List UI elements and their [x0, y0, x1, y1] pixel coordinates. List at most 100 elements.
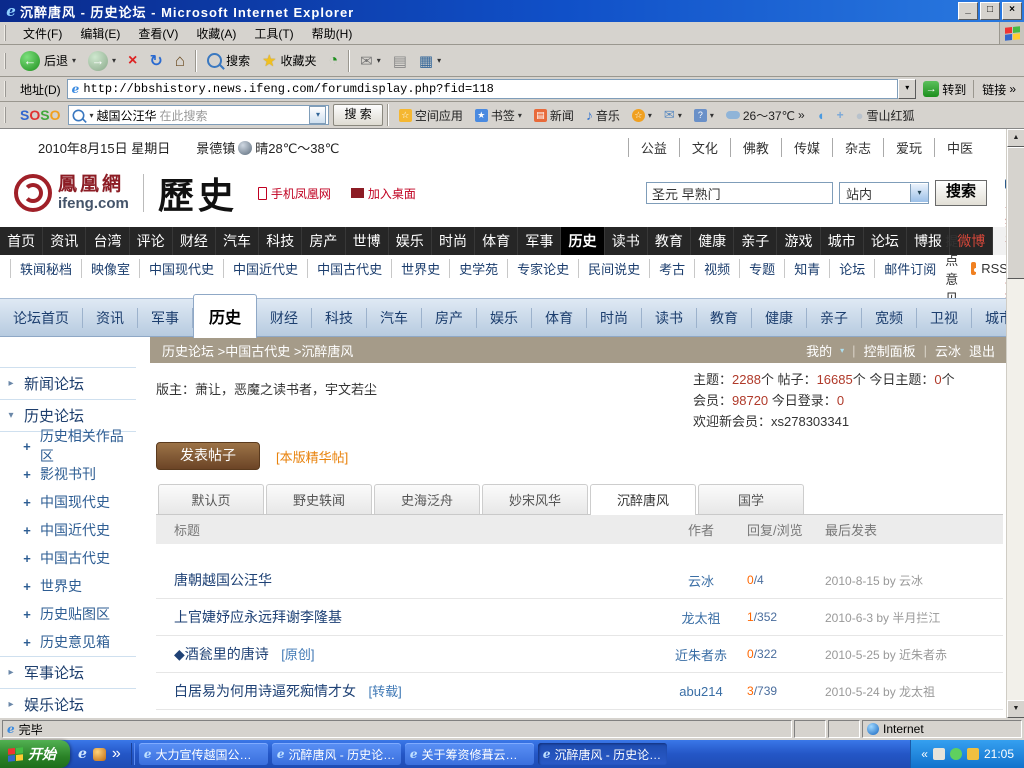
top-link[interactable]: 传媒	[781, 138, 832, 157]
ifeng-logo[interactable]: 鳳凰網 ifeng.com	[58, 175, 129, 211]
breadcrumb[interactable]: 历史论坛 >中国古代史 >沉醉唐风	[162, 341, 353, 360]
mail-button[interactable]: ✉ ▾	[354, 49, 387, 73]
address-input[interactable]: e http://bbshistory.news.ifeng.com/forum…	[67, 79, 899, 99]
thread-lastpost[interactable]: 2010-5-25 by 近朱者赤	[825, 646, 1003, 663]
soso-search-button[interactable]: 搜 索	[333, 104, 382, 126]
address-dropdown-button[interactable]: ▾	[898, 79, 916, 99]
soso-search-input[interactable]: ▾ 越国公汪华 在此搜索 ▾	[68, 105, 329, 125]
main-nav-item[interactable]: 论坛	[864, 227, 907, 255]
board-tab[interactable]: 国学	[698, 484, 804, 514]
minimize-button[interactable]: _	[958, 2, 978, 20]
sidebar-item[interactable]: + 中国古代史	[0, 544, 136, 572]
top-link[interactable]: 中医	[934, 138, 985, 157]
sidebar-item-label[interactable]: 新闻论坛	[24, 373, 84, 394]
music-button[interactable]: ♪ 音乐	[580, 107, 626, 124]
rss-link[interactable]: RSS	[981, 261, 1008, 276]
scroll-up-button[interactable]: ▲	[1007, 129, 1024, 147]
taskbar-window-button[interactable]: e 关于筹资修葺云岚山...	[405, 743, 534, 765]
sub-nav-item[interactable]: 知青	[784, 259, 829, 278]
sidebar-item[interactable]: + 历史相关作品区	[0, 432, 136, 460]
add-desktop-link[interactable]: 加入桌面	[351, 185, 416, 202]
thread-link[interactable]: 白居易为何用诗逼死痴情才女	[174, 683, 356, 699]
thread-link[interactable]: ◆酒瓮里的唐诗	[174, 646, 269, 662]
main-nav-item[interactable]: 教育	[648, 227, 691, 255]
menu-item[interactable]: 编辑(E)	[71, 23, 129, 44]
search-scope-select[interactable]: 站内 ▾	[839, 182, 929, 204]
sidebar-item-label[interactable]: 影视书刊	[40, 464, 96, 484]
home-button[interactable]: ⌂	[169, 48, 191, 74]
menu-item[interactable]: 帮助(H)	[303, 23, 362, 44]
board-tab[interactable]: 史海泛舟	[374, 484, 480, 514]
forum-nav-tab[interactable]: 汽车	[367, 308, 422, 328]
menu-item[interactable]: 查看(V)	[129, 23, 187, 44]
sidebar-item-label[interactable]: 娱乐论坛	[24, 694, 84, 715]
chevron-down-icon[interactable]: ▾	[910, 184, 928, 202]
sub-nav-item[interactable]: 民间说史	[578, 259, 649, 278]
bookmark-dropdown-icon[interactable]: ▾	[518, 111, 522, 120]
forum-nav-tab[interactable]: 教育	[697, 308, 752, 328]
taskbar-window-button[interactable]: e 沉醉唐风 - 历史论坛...	[272, 743, 401, 765]
printer-tray-icon[interactable]	[933, 748, 945, 760]
control-panel-link[interactable]: 控制面板	[864, 341, 916, 360]
board-tab[interactable]: 默认页	[158, 484, 264, 514]
thread-author[interactable]: 近朱者赤	[655, 645, 747, 664]
chevron-down-icon[interactable]: ▾	[840, 346, 844, 355]
help-menu-button[interactable]: ? ▾	[688, 109, 720, 122]
sidebar-item[interactable]: + 中国近代史	[0, 516, 136, 544]
main-nav-item[interactable]: 时尚	[432, 227, 475, 255]
weather-widget[interactable]: 26～37℃ »	[720, 107, 811, 124]
forum-nav-tab[interactable]: 财经	[257, 308, 312, 328]
sidebar-item-label[interactable]: 中国现代史	[40, 492, 110, 512]
expand-marker-icon[interactable]: ▸	[6, 667, 16, 678]
menu-item[interactable]: 收藏(A)	[187, 23, 245, 44]
vertical-scrollbar[interactable]: ▲ ▼	[1006, 129, 1024, 718]
maximize-button[interactable]: □	[980, 2, 1000, 20]
thread-lastpost[interactable]: 2010-5-24 by 龙太祖	[825, 683, 1003, 700]
expand-marker-icon[interactable]: +	[22, 635, 32, 650]
back-dropdown-icon[interactable]: ▾	[72, 56, 76, 65]
scrollbar-thumb[interactable]	[1007, 147, 1024, 279]
bookmarks-button[interactable]: ★ 书签 ▾	[469, 107, 528, 124]
sub-nav-item[interactable]: 史学苑	[449, 259, 507, 278]
sub-nav-item[interactable]: 中国现代史	[139, 259, 223, 278]
taskbar-window-button[interactable]: e 沉醉唐风 - 历史论坛...	[538, 743, 667, 765]
ie-quicklaunch-icon[interactable]: e	[78, 746, 87, 762]
sidebar-item-label[interactable]: 历史贴图区	[40, 604, 110, 624]
favorites-button[interactable]: ★ 收藏夹	[256, 48, 322, 74]
main-nav-item[interactable]: 科技	[259, 227, 302, 255]
forum-nav-tab[interactable]: 论坛首页	[0, 308, 83, 328]
forum-nav-tab[interactable]: 科技	[312, 308, 367, 328]
print-button[interactable]: ▤	[387, 49, 413, 73]
address-url[interactable]: http://bbshistory.news.ifeng.com/forumdi…	[83, 82, 493, 96]
toolbar-grip[interactable]	[4, 25, 10, 41]
main-nav-item[interactable]: 体育	[475, 227, 518, 255]
thread-tag[interactable]: [转载]	[368, 684, 401, 699]
sidebar-item[interactable]: ▸ 娱乐论坛	[0, 688, 136, 718]
my-menu[interactable]: 我的	[806, 341, 832, 360]
quicklaunch-chevron-icon[interactable]: »	[112, 745, 121, 763]
sidebar-item-label[interactable]: 军事论坛	[24, 662, 84, 683]
expand-marker-icon[interactable]: +	[22, 607, 32, 622]
sub-nav-item[interactable]: 专家论史	[507, 259, 578, 278]
more-chevron-icon[interactable]: »	[798, 108, 805, 122]
thread-author[interactable]: 龙太祖	[655, 608, 747, 627]
qq-login-button[interactable]: ● 雪山红狐	[850, 107, 921, 124]
city-name[interactable]: 景德镇	[196, 138, 235, 157]
rss-icon[interactable]	[971, 262, 976, 275]
sidebar-item-label[interactable]: 历史相关作品区	[40, 426, 136, 466]
star-menu-button[interactable]: ☆ ▾	[626, 109, 658, 122]
sub-nav-item[interactable]: 考古	[649, 259, 694, 278]
forum-nav-tab[interactable]: 宽频	[862, 308, 917, 328]
board-tab[interactable]: 沉醉唐风	[590, 484, 696, 515]
history-button[interactable]: ◔	[322, 49, 344, 73]
mobile-link[interactable]: 手机凤凰网	[258, 185, 331, 202]
main-nav-item[interactable]: 健康	[691, 227, 734, 255]
sidebar-item-label[interactable]: 历史意见箱	[40, 632, 110, 652]
top-link[interactable]: 文化	[679, 138, 730, 157]
expand-marker-icon[interactable]: +	[22, 467, 32, 482]
expand-marker-icon[interactable]: +	[22, 439, 32, 454]
clock[interactable]: 21:05	[984, 747, 1014, 761]
forum-nav-tab[interactable]: 亲子	[807, 308, 862, 328]
sub-nav-item[interactable]: 世界史	[391, 259, 449, 278]
main-nav-item[interactable]: 汽车	[216, 227, 259, 255]
